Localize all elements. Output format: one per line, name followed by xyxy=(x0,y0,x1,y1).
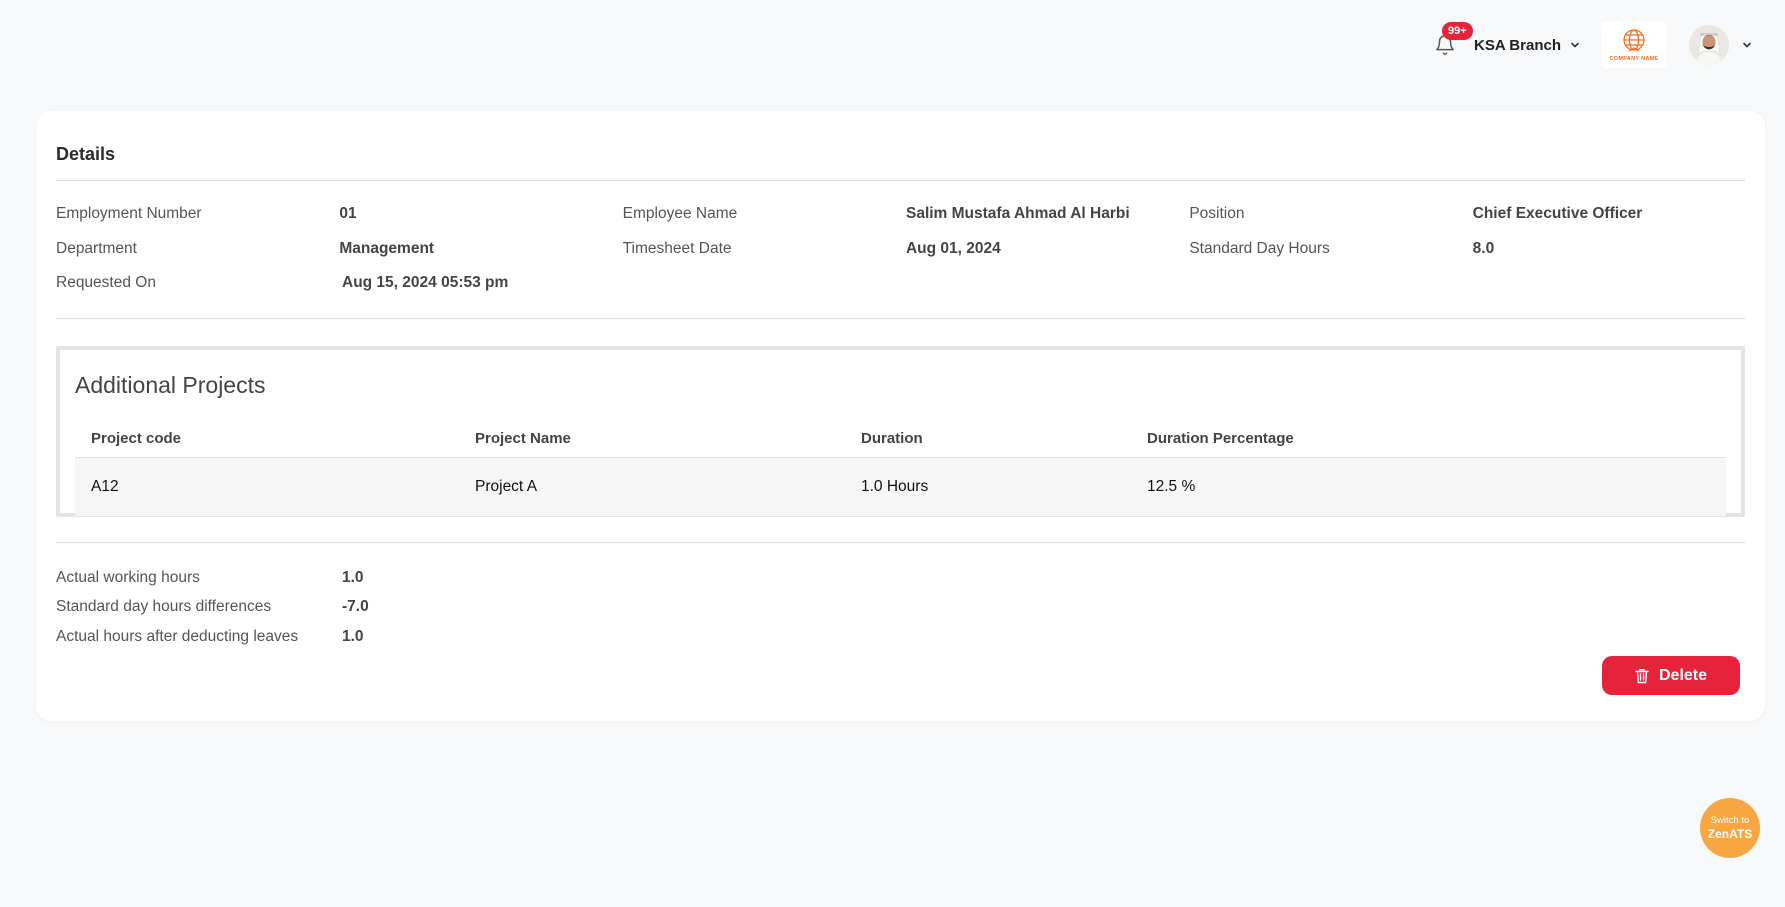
section-title: Details xyxy=(56,144,116,164)
timesheet-date-value: Aug 01, 2024 xyxy=(905,239,1001,257)
actual-working-hours-label: Actual working hours xyxy=(56,568,200,586)
divider xyxy=(56,318,1745,319)
project-code-cell: A12 xyxy=(91,478,119,495)
divider xyxy=(56,542,1745,543)
notification-badge: 99+ xyxy=(1442,22,1473,40)
company-logo: COMPANY NAME xyxy=(1601,22,1667,68)
switch-line-2: ZenATS xyxy=(1707,826,1753,841)
employment-number-value: 01 xyxy=(339,205,357,223)
summary-row: Actual working hours 1.0 xyxy=(56,563,369,593)
details-row: Requested On Aug 15, 2024 05:53 pm xyxy=(56,266,1756,301)
summary-row: Standard day hours differences -7.0 xyxy=(56,593,369,623)
delete-button-label: Delete xyxy=(1658,666,1708,684)
duration-cell: 1.0 Hours xyxy=(861,478,929,495)
top-bar: 99+ KSA Branch COMPANY NAME xyxy=(1432,22,1753,68)
globe-logo-icon xyxy=(1623,29,1645,52)
position-label: Position xyxy=(1189,205,1245,223)
details-grid: Employment Number 01 Employee Name Salim… xyxy=(56,197,1756,301)
chevron-down-icon xyxy=(1571,42,1579,48)
column-header-duration-percentage: Duration Percentage xyxy=(1147,430,1294,447)
summary-row: Actual hours after deducting leaves 1.0 xyxy=(56,622,369,652)
divider xyxy=(56,180,1745,181)
branch-selector[interactable]: KSA Branch xyxy=(1474,37,1581,54)
details-card: Details Employment Number 01 Employee Na… xyxy=(36,111,1765,721)
hours-after-leaves-value: 1.0 xyxy=(342,627,364,645)
department-label: Department xyxy=(56,239,137,257)
timesheet-date-label: Timesheet Date xyxy=(622,239,732,257)
employee-name-label: Employee Name xyxy=(622,205,738,223)
branch-label: KSA Branch xyxy=(1474,36,1561,54)
details-row: Employment Number 01 Employee Name Salim… xyxy=(56,197,1756,232)
column-header-duration: Duration xyxy=(861,430,923,447)
switch-to-zenats-button[interactable]: Switch to ZenATS xyxy=(1700,798,1760,858)
details-row: Department Management Timesheet Date Aug… xyxy=(56,232,1756,267)
department-value: Management xyxy=(339,239,435,257)
trash-icon xyxy=(1635,668,1649,683)
additional-projects-title: Additional Projects xyxy=(75,372,266,398)
position-value: Chief Executive Officer xyxy=(1472,205,1643,223)
standard-day-hours-label: Standard Day Hours xyxy=(1189,239,1330,257)
standard-day-hours-value: 8.0 xyxy=(1472,239,1495,257)
table-row: A12 Project A 1.0 Hours 12.5 % xyxy=(75,458,1726,516)
user-menu[interactable] xyxy=(1689,25,1753,65)
company-logo-text: COMPANY NAME xyxy=(1609,56,1659,62)
notification-bell[interactable]: 99+ xyxy=(1432,22,1473,58)
project-name-cell: Project A xyxy=(475,478,538,495)
avatar xyxy=(1689,25,1729,65)
requested-on-value: Aug 15, 2024 05:53 pm xyxy=(342,274,509,292)
switch-line-1: Switch to xyxy=(1710,815,1750,827)
hours-after-leaves-label: Actual hours after deducting leaves xyxy=(56,627,299,645)
employee-name-value: Salim Mustafa Ahmad Al Harbi xyxy=(905,205,1130,223)
standard-day-hours-difference-value: -7.0 xyxy=(342,598,369,616)
chevron-down-icon xyxy=(1743,42,1751,48)
column-header-project-name: Project Name xyxy=(475,430,571,447)
standard-day-hours-difference-label: Standard day hours differences xyxy=(56,598,272,616)
requested-on-label: Requested On xyxy=(56,274,156,292)
employment-number-label: Employment Number xyxy=(56,205,202,223)
actual-working-hours-value: 1.0 xyxy=(342,568,364,586)
delete-button[interactable]: Delete xyxy=(1602,656,1740,695)
table-header: Project code Project Name Duration Durat… xyxy=(75,420,1726,458)
hours-summary: Actual working hours 1.0 Standard day ho… xyxy=(56,563,369,652)
column-header-project-code: Project code xyxy=(91,430,182,447)
additional-projects-panel: Additional Projects Project code Project… xyxy=(56,346,1745,517)
projects-table: Project code Project Name Duration Durat… xyxy=(75,420,1726,516)
duration-percentage-cell: 12.5 % xyxy=(1147,478,1196,495)
